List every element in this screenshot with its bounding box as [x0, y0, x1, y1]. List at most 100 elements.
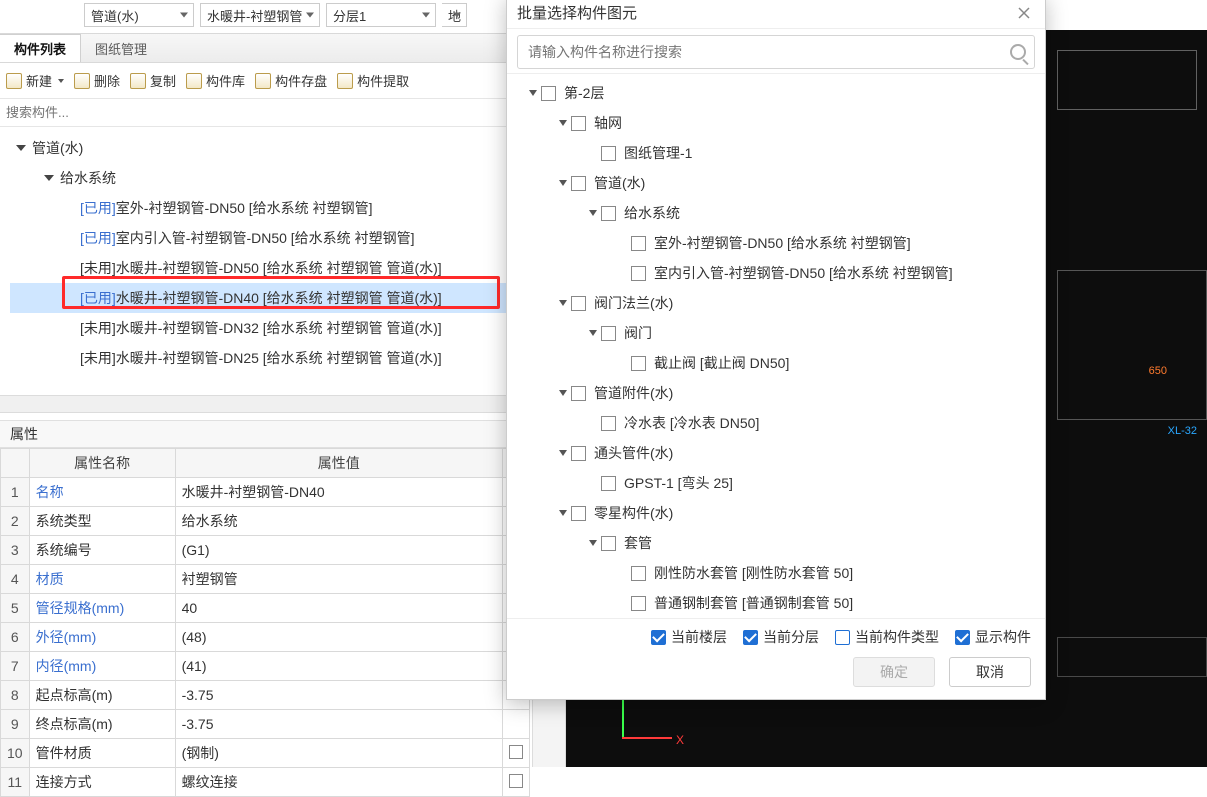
checkbox-icon[interactable] — [601, 146, 616, 161]
filter-floor-dropdown[interactable]: 地 — [442, 3, 467, 27]
dialog-tree-node[interactable]: GPST-1 [弯头 25] — [519, 468, 1041, 498]
extract-component-button[interactable]: 构件提取 — [337, 71, 409, 90]
attr-value[interactable]: 40 — [175, 594, 502, 623]
horizontal-splitter[interactable] — [0, 395, 530, 413]
tab-component-list[interactable]: 构件列表 — [0, 34, 81, 62]
dialog-titlebar[interactable]: 批量选择构件图元 — [507, 0, 1045, 29]
chk-current-type[interactable]: 当前构件类型 — [835, 627, 939, 647]
tree-item[interactable]: [未用] 水暖井-衬塑钢管-DN50 [给水系统 衬塑钢管 管道(水)] — [10, 253, 520, 283]
attr-value[interactable]: (G1) — [175, 536, 502, 565]
dialog-search-input[interactable] — [526, 43, 1010, 61]
checkbox-icon[interactable] — [571, 176, 586, 191]
attr-row[interactable]: 4材质衬塑钢管 — [1, 565, 530, 594]
chevron-down-icon[interactable] — [589, 210, 597, 216]
copy-button[interactable]: 复制 — [130, 71, 176, 90]
chevron-down-icon[interactable] — [589, 540, 597, 546]
dialog-tree-node[interactable]: 套管 — [519, 528, 1041, 558]
library-button[interactable]: 构件库 — [186, 71, 245, 90]
attr-extra[interactable] — [503, 739, 530, 768]
chevron-down-icon[interactable] — [559, 180, 567, 186]
chevron-down-icon[interactable] — [589, 330, 597, 336]
checkbox-icon[interactable] — [571, 386, 586, 401]
chevron-down-icon[interactable] — [529, 90, 537, 96]
chevron-down-icon[interactable] — [559, 510, 567, 516]
checkbox-icon[interactable] — [631, 266, 646, 281]
dialog-tree-node[interactable]: 阀门法兰(水) — [519, 288, 1041, 318]
attr-row[interactable]: 11连接方式螺纹连接 — [1, 768, 530, 797]
attr-value[interactable]: -3.75 — [175, 681, 502, 710]
attr-value[interactable]: -3.75 — [175, 710, 502, 739]
filter-component-dropdown[interactable]: 水暖井-衬塑钢管 — [200, 3, 320, 27]
chevron-down-icon[interactable] — [559, 120, 567, 126]
dialog-tree-node[interactable]: 图纸管理-1 — [519, 138, 1041, 168]
dialog-tree-node[interactable]: 零星构件(水) — [519, 498, 1041, 528]
search-icon[interactable] — [1010, 44, 1026, 60]
checkbox-icon[interactable] — [631, 236, 646, 251]
attr-value[interactable]: (钢制) — [175, 739, 502, 768]
dialog-tree-node[interactable]: 给水系统 — [519, 198, 1041, 228]
filter-layer-dropdown[interactable]: 分层1 — [326, 3, 436, 27]
chevron-down-icon[interactable] — [559, 300, 567, 306]
attr-value[interactable]: (48) — [175, 623, 502, 652]
checkbox-icon[interactable] — [571, 446, 586, 461]
chk-current-layer[interactable]: 当前分层 — [743, 627, 819, 647]
attr-row[interactable]: 8起点标高(m)-3.75 — [1, 681, 530, 710]
attr-row[interactable]: 5管径规格(mm)40 — [1, 594, 530, 623]
ok-button[interactable]: 确定 — [853, 657, 935, 687]
attr-extra[interactable] — [503, 710, 530, 739]
tree-item[interactable]: [已用] 水暖井-衬塑钢管-DN40 [给水系统 衬塑钢管 管道(水)] — [10, 283, 520, 313]
dialog-tree-node[interactable]: 刚性防水套管 [刚性防水套管 50] — [519, 558, 1041, 588]
dialog-tree-node[interactable]: 管道(水) — [519, 168, 1041, 198]
checkbox-icon[interactable] — [541, 86, 556, 101]
tree-node-category[interactable]: 管道(水) — [10, 133, 520, 163]
chevron-down-icon[interactable] — [559, 390, 567, 396]
checkbox-icon[interactable] — [631, 566, 646, 581]
attr-row[interactable]: 9终点标高(m)-3.75 — [1, 710, 530, 739]
attr-row[interactable]: 3系统编号(G1) — [1, 536, 530, 565]
attr-row[interactable]: 7内径(mm)(41) — [1, 652, 530, 681]
tree-item[interactable]: [未用] 水暖井-衬塑钢管-DN32 [给水系统 衬塑钢管 管道(水)] — [10, 313, 520, 343]
save-component-button[interactable]: 构件存盘 — [255, 71, 327, 90]
dialog-tree-node[interactable]: 冷水表 [冷水表 DN50] — [519, 408, 1041, 438]
component-search-input[interactable] — [0, 100, 506, 126]
new-button[interactable]: 新建 — [6, 71, 64, 90]
checkbox-icon[interactable] — [571, 506, 586, 521]
tree-item[interactable]: [已用] 室内引入管-衬塑钢管-DN50 [给水系统 衬塑钢管] — [10, 223, 520, 253]
chk-show-component[interactable]: 显示构件 — [955, 627, 1031, 647]
chevron-down-icon[interactable] — [559, 450, 567, 456]
dialog-tree-node[interactable]: 普通钢制套管 [普通钢制套管 50] — [519, 588, 1041, 618]
dialog-tree-node[interactable]: 管道附件(水) — [519, 378, 1041, 408]
cancel-button[interactable]: 取消 — [949, 657, 1031, 687]
checkbox-icon[interactable] — [601, 536, 616, 551]
close-button[interactable] — [1013, 2, 1035, 24]
attr-value[interactable]: 螺纹连接 — [175, 768, 502, 797]
tree-item[interactable]: [已用] 室外-衬塑钢管-DN50 [给水系统 衬塑钢管] — [10, 193, 520, 223]
attr-value[interactable]: (41) — [175, 652, 502, 681]
dialog-tree-node[interactable]: 通头管件(水) — [519, 438, 1041, 468]
dialog-tree-node[interactable]: 截止阀 [截止阀 DN50] — [519, 348, 1041, 378]
checkbox-icon[interactable] — [601, 206, 616, 221]
filter-category-dropdown[interactable]: 管道(水) — [84, 3, 194, 27]
dialog-tree-node[interactable]: 第-2层 — [519, 78, 1041, 108]
checkbox-icon[interactable] — [571, 116, 586, 131]
attr-extra[interactable] — [503, 768, 530, 797]
checkbox-icon[interactable] — [601, 416, 616, 431]
attr-value[interactable]: 给水系统 — [175, 507, 502, 536]
dialog-tree-node[interactable]: 轴网 — [519, 108, 1041, 138]
attr-row[interactable]: 10管件材质(钢制) — [1, 739, 530, 768]
attr-value[interactable]: 水暖井-衬塑钢管-DN40 — [175, 478, 502, 507]
tree-item[interactable]: [未用] 水暖井-衬塑钢管-DN25 [给水系统 衬塑钢管 管道(水)] — [10, 343, 520, 373]
dialog-tree[interactable]: 第-2层轴网图纸管理-1管道(水)给水系统室外-衬塑钢管-DN50 [给水系统 … — [507, 73, 1045, 619]
attr-row[interactable]: 2系统类型给水系统 — [1, 507, 530, 536]
delete-button[interactable]: 删除 — [74, 71, 120, 90]
attr-row[interactable]: 6外径(mm)(48) — [1, 623, 530, 652]
attr-row[interactable]: 1名称水暖井-衬塑钢管-DN40 — [1, 478, 530, 507]
tab-drawing-management[interactable]: 图纸管理 — [81, 34, 161, 62]
checkbox-icon[interactable] — [631, 356, 646, 371]
dialog-tree-node[interactable]: 室外-衬塑钢管-DN50 [给水系统 衬塑钢管] — [519, 228, 1041, 258]
checkbox-icon[interactable] — [601, 476, 616, 491]
attr-value[interactable]: 衬塑钢管 — [175, 565, 502, 594]
chk-current-floor[interactable]: 当前楼层 — [651, 627, 727, 647]
dialog-tree-node[interactable]: 阀门 — [519, 318, 1041, 348]
dialog-tree-node[interactable]: 室内引入管-衬塑钢管-DN50 [给水系统 衬塑钢管] — [519, 258, 1041, 288]
